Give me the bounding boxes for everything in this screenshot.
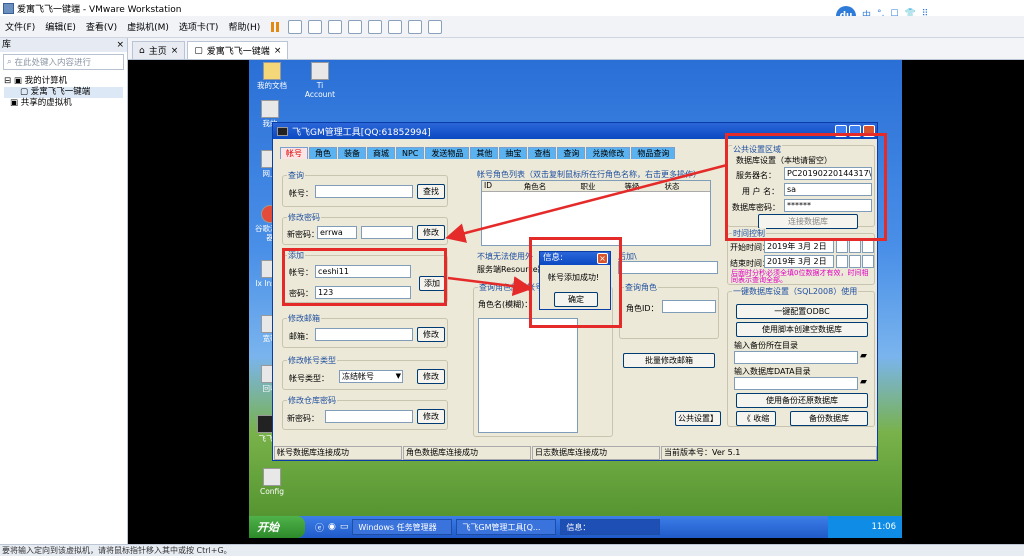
- info-dialog-title: 信息:: [543, 253, 563, 263]
- info-dialog-title-bar: 信息: ×: [540, 252, 610, 265]
- info-dialog-message: 帐号添加成功!: [548, 273, 600, 282]
- arrow-settings-to-add: [445, 163, 728, 243]
- arrow-add-to-dialog: [447, 276, 533, 297]
- annotation-arrows: [445, 163, 728, 297]
- ok-button[interactable]: 确定: [554, 292, 598, 307]
- close-icon[interactable]: ×: [597, 253, 608, 264]
- info-dialog: 信息: × 帐号添加成功! 确定: [539, 251, 611, 310]
